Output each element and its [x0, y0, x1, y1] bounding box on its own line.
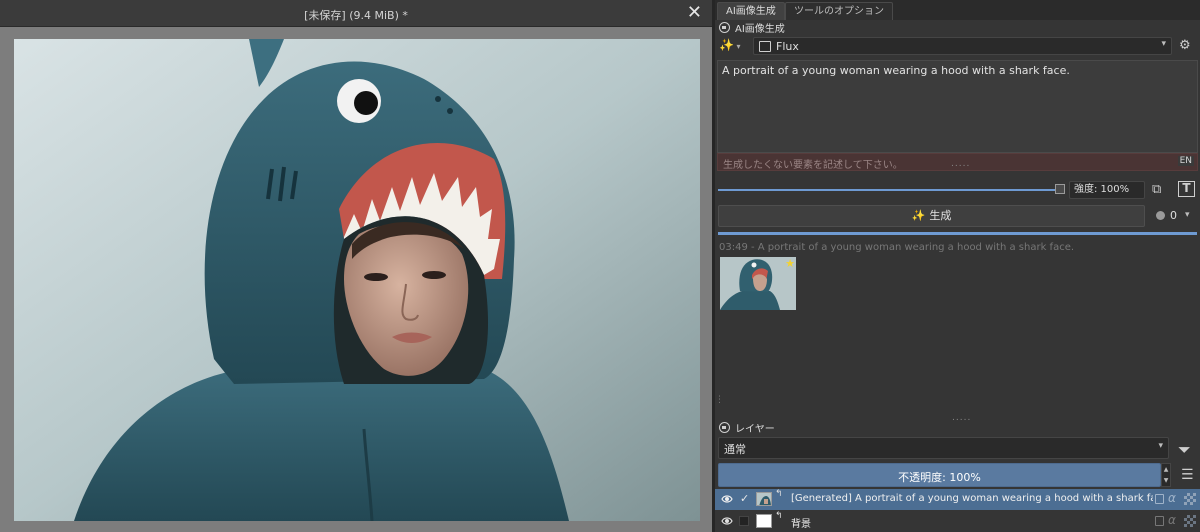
- checkbox[interactable]: [739, 516, 749, 526]
- chevron-down-icon: ▾: [1158, 441, 1163, 451]
- strength-slider[interactable]: [718, 189, 1057, 191]
- ai-panel-title: AI画像生成: [735, 23, 785, 35]
- docker-tab-bar: AI画像生成 ツールのオプション: [715, 0, 1200, 20]
- model-select[interactable]: Flux ▾: [753, 37, 1172, 55]
- alpha-icon[interactable]: α: [1168, 513, 1176, 527]
- chevron-down-icon: ▾: [1161, 39, 1166, 49]
- eye-icon[interactable]: [721, 515, 733, 527]
- star-icon[interactable]: ★: [785, 257, 795, 270]
- link-icon[interactable]: ↰: [775, 489, 783, 499]
- layer-name: 背景: [791, 519, 811, 530]
- close-icon[interactable]: ✕: [687, 3, 702, 23]
- language-badge[interactable]: EN: [1177, 156, 1194, 166]
- opacity-label: 不透明度: 100%: [898, 471, 981, 484]
- eye-icon[interactable]: [721, 493, 733, 505]
- lock-icon[interactable]: [1155, 494, 1164, 504]
- negative-placeholder: 生成したくない要素を記述して下さい。: [723, 160, 903, 171]
- link-icon[interactable]: ↰: [775, 511, 783, 521]
- tab-tool-options[interactable]: ツールのオプション: [785, 2, 893, 20]
- generate-label: 生成: [929, 209, 952, 222]
- checker-icon[interactable]: [1184, 493, 1196, 505]
- opacity-spinner[interactable]: ▲ ▼: [1161, 463, 1171, 487]
- opacity-slider[interactable]: 不透明度: 100%: [718, 463, 1161, 487]
- strength-slider-handle[interactable]: [1055, 184, 1065, 194]
- menu-icon[interactable]: ☰: [1181, 467, 1194, 483]
- resize-grip-icon[interactable]: .....: [951, 159, 970, 169]
- queue-count: 0: [1170, 209, 1177, 222]
- magic-wand-icon: ✨: [911, 209, 926, 222]
- model-logo-icon: [759, 41, 771, 52]
- document-titlebar: [未保存] (9.4 MiB) * ✕: [0, 0, 712, 27]
- strength-field[interactable]: 強度: 100%: [1069, 181, 1145, 199]
- strength-label: 強度: 100%: [1074, 184, 1130, 195]
- ai-panel-header: AI画像生成: [719, 20, 785, 35]
- canvas-area[interactable]: [未保存] (9.4 MiB) * ✕: [0, 0, 712, 532]
- generate-button[interactable]: ✨ 生成: [718, 205, 1145, 227]
- layer-thumbnail: [756, 492, 772, 506]
- layer-row[interactable]: ✓ ↰ [Generated] A portrait of a young wo…: [715, 489, 1200, 510]
- resize-grip-icon[interactable]: ⋮: [715, 395, 724, 405]
- history-caption: 03:49 - A portrait of a young woman wear…: [719, 242, 1075, 253]
- magic-wand-icon[interactable]: ✨ ▾: [719, 38, 743, 54]
- checker-icon[interactable]: [1184, 515, 1196, 527]
- model-name: Flux: [776, 40, 799, 53]
- prompt-input[interactable]: A portrait of a young woman wearing a ho…: [717, 60, 1198, 153]
- lock-icon[interactable]: [719, 21, 730, 33]
- settings-icon[interactable]: ⚙: [1179, 38, 1191, 53]
- lock-icon[interactable]: [1155, 516, 1164, 526]
- queue-icon[interactable]: [1156, 211, 1165, 220]
- history-thumbnail[interactable]: ★: [720, 257, 796, 310]
- layer-thumbnail: [756, 514, 772, 528]
- prompt-text: A portrait of a young woman wearing a ho…: [722, 64, 1070, 77]
- artwork-image: [14, 39, 700, 521]
- blend-mode-select[interactable]: 通常 ▾: [718, 437, 1169, 459]
- filter-icon[interactable]: ⏷: [1178, 440, 1191, 460]
- text-add-icon[interactable]: T: [1178, 181, 1195, 197]
- tab-ai-image[interactable]: AI画像生成: [717, 2, 785, 20]
- model-row: ✨ ▾ Flux ▾ ⚙: [715, 36, 1200, 56]
- strength-row: 強度: 100% ⧉ T: [715, 180, 1200, 200]
- document-title: [未保存] (9.4 MiB) *: [304, 9, 408, 22]
- right-docker-panel: AI画像生成 ツールのオプション AI画像生成 ✨ ▾ Flux ▾ ⚙ A p…: [715, 0, 1200, 532]
- progress-bar: [718, 232, 1197, 235]
- layers-panel-header: レイヤー: [719, 420, 775, 435]
- blend-mode-value: 通常: [724, 443, 746, 456]
- layers-add-icon[interactable]: ⧉: [1152, 182, 1161, 197]
- layer-row[interactable]: ↰ 背景 α: [715, 511, 1200, 532]
- negative-prompt-input[interactable]: 生成したくない要素を記述して下さい。 ..... EN: [717, 153, 1198, 171]
- chevron-down-icon[interactable]: ▾: [1185, 210, 1190, 220]
- check-icon[interactable]: ✓: [740, 492, 752, 505]
- alpha-icon[interactable]: α: [1168, 491, 1176, 505]
- layer-name: [Generated] A portrait of a young woman …: [791, 493, 1153, 504]
- layers-panel-title: レイヤー: [735, 423, 775, 435]
- lock-icon[interactable]: [719, 421, 730, 433]
- panel-splitter-grip[interactable]: .....: [952, 413, 971, 423]
- artwork-canvas[interactable]: [14, 39, 700, 521]
